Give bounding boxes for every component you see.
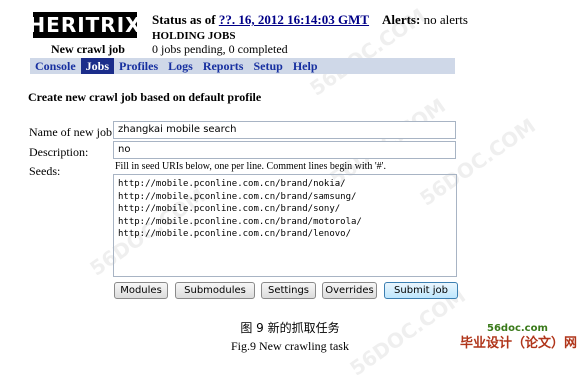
page-title: Create new crawl job based on default pr… (28, 90, 262, 104)
holding-jobs-status: HOLDING JOBS (152, 30, 236, 42)
status-prefix: Status as of (152, 12, 219, 27)
seeds-label: Seeds: (29, 164, 61, 178)
job-name-input[interactable]: zhangkai mobile search (113, 121, 456, 139)
settings-button[interactable]: Settings (261, 282, 316, 299)
tab-reports[interactable]: Reports (198, 58, 249, 74)
overrides-button[interactable]: Overrides (322, 282, 377, 299)
status-line: Status as of ??. 16, 2012 16:14:03 GMT A… (152, 12, 468, 28)
description-input[interactable]: no (113, 141, 456, 159)
alerts-label: Alerts: (382, 12, 421, 27)
alerts-value: no alerts (420, 12, 468, 27)
seeds-textarea[interactable]: http://mobile.pconline.com.cn/brand/noki… (113, 174, 457, 277)
tab-logs[interactable]: Logs (163, 58, 198, 74)
tab-jobs[interactable]: Jobs (80, 58, 115, 74)
main-nav: Console Jobs Profiles Logs Reports Setup… (30, 58, 455, 74)
submodules-button[interactable]: Submodules (175, 282, 255, 299)
description-label: Description: (29, 145, 89, 159)
jobs-pending-status: 0 jobs pending, 0 completed (152, 42, 288, 56)
seeds-hint: Fill in seed URIs below, one per line. C… (115, 161, 386, 172)
job-name-label: Name of new job: (29, 125, 116, 139)
tab-help[interactable]: Help (288, 58, 323, 74)
tab-setup[interactable]: Setup (248, 58, 287, 74)
heritrix-logo: HERITRIX (28, 12, 142, 38)
tab-console[interactable]: Console (30, 58, 81, 74)
crawl-job-label: New crawl job (51, 42, 125, 56)
watermark-brand: 毕业设计（论文）网 (460, 336, 578, 351)
status-time-link[interactable]: ??. 16, 2012 16:14:03 GMT (219, 12, 369, 27)
modules-button[interactable]: Modules (114, 282, 168, 299)
tab-profiles[interactable]: Profiles (114, 58, 163, 74)
submit-job-button[interactable]: Submit job (384, 282, 458, 299)
